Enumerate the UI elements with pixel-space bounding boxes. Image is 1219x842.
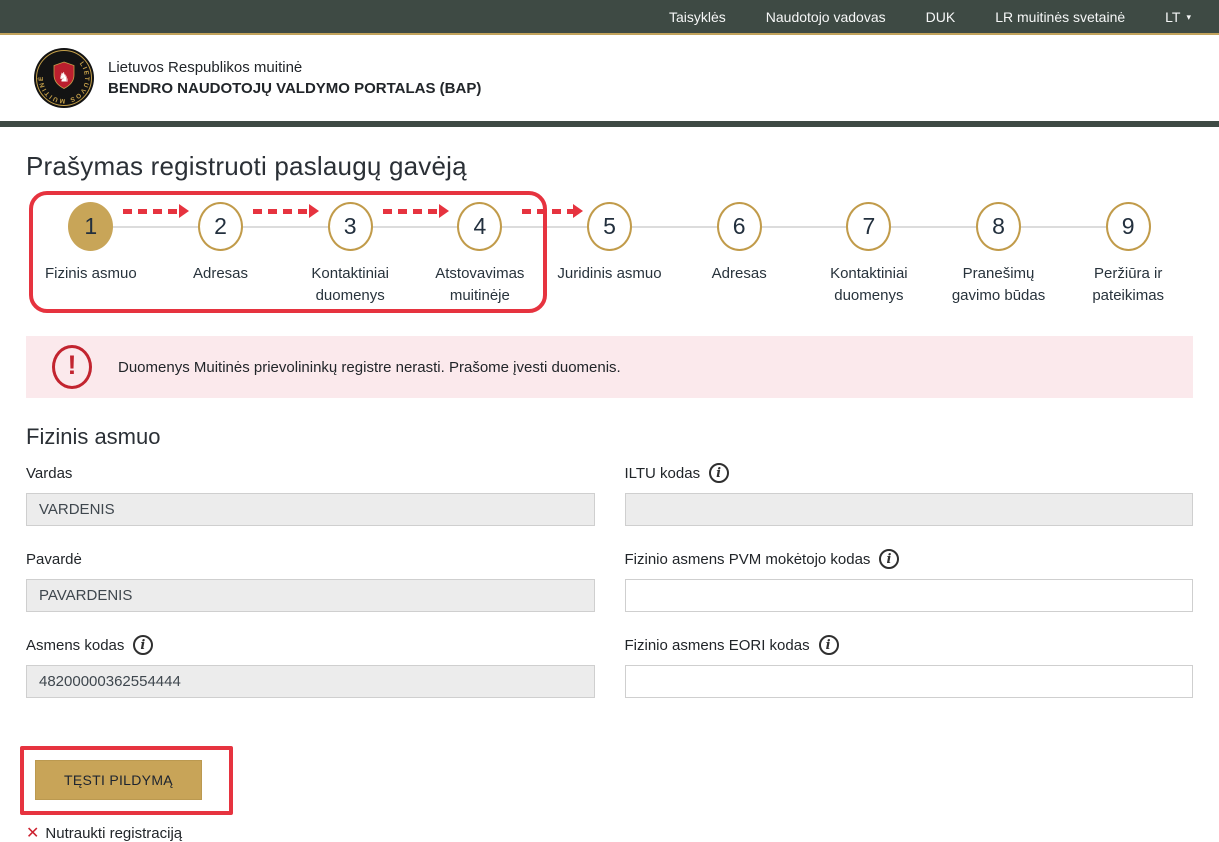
- info-icon[interactable]: i: [879, 549, 899, 569]
- step-3-kontaktiniai-duomenys[interactable]: 3 Kontaktiniai duomenys: [285, 202, 415, 314]
- annotation-arrow-2-3: [253, 209, 310, 214]
- customs-logo: LIETUVOS MUITINĖ ♞: [34, 48, 94, 108]
- portal-header: LIETUVOS MUITINĖ ♞ Lietuvos Respublikos …: [0, 35, 1219, 121]
- step-6-label: Adresas: [679, 263, 799, 285]
- step-3-circle: 3: [328, 202, 373, 251]
- step-4-circle: 4: [457, 202, 502, 251]
- exclamation-circle-icon: !: [52, 345, 92, 389]
- nav-item-naudotojo-vadovas[interactable]: Naudotojo vadovas: [766, 9, 886, 25]
- step-8-circle: 8: [976, 202, 1021, 251]
- annotation-box-continue-button: TĘSTI PILDYMĄ: [20, 746, 233, 815]
- header-titles: Lietuvos Respublikos muitinė BENDRO NAUD…: [108, 59, 481, 97]
- vardas-label: Vardas: [26, 462, 595, 484]
- step-2-adresas[interactable]: 2 Adresas: [156, 202, 286, 314]
- nav-item-taisykles[interactable]: Taisyklės: [669, 9, 726, 25]
- warning-alert: ! Duomenys Muitinės prievolininkų regist…: [26, 336, 1193, 398]
- field-iltu-kodas: ILTU kodas i: [625, 462, 1194, 526]
- step-9-perziura-ir-pateikimas[interactable]: 9 Peržiūra ir pateikimas: [1063, 202, 1193, 314]
- nav-item-lr-muitines-svetaine[interactable]: LR muitinės svetainė: [995, 9, 1125, 25]
- step-1-circle: 1: [68, 202, 113, 251]
- field-pvm-kodas: Fizinio asmens PVM mokėtojo kodas i: [625, 548, 1194, 612]
- step-6-circle: 6: [717, 202, 762, 251]
- continue-button[interactable]: TĘSTI PILDYMĄ: [35, 760, 202, 800]
- field-eori-kodas: Fizinio asmens EORI kodas i: [625, 634, 1194, 698]
- info-icon[interactable]: i: [709, 463, 729, 483]
- person-form: Vardas Pavardė Asmens kodas i ILTU kodas: [26, 462, 1193, 720]
- iltu-kodas-input: [625, 493, 1194, 526]
- form-left-column: Vardas Pavardė Asmens kodas i: [26, 462, 595, 720]
- organization-name: Lietuvos Respublikos muitinė: [108, 59, 481, 76]
- asmens-kodas-label: Asmens kodas i: [26, 634, 595, 656]
- step-2-label: Adresas: [161, 263, 281, 285]
- eori-kodas-input[interactable]: [625, 665, 1194, 698]
- alert-message: Duomenys Muitinės prievolininkų registre…: [118, 359, 621, 376]
- iltu-kodas-label: ILTU kodas i: [625, 462, 1194, 484]
- page-title: Prašymas registruoti paslaugų gavėją: [26, 151, 1193, 182]
- language-dropdown[interactable]: LT ▾: [1165, 9, 1191, 25]
- logo-knight-icon: ♞: [58, 70, 70, 85]
- pavarde-input: [26, 579, 595, 612]
- annotation-arrow-1-2: [123, 209, 180, 214]
- field-asmens-kodas: Asmens kodas i: [26, 634, 595, 698]
- field-pavarde: Pavardė: [26, 548, 595, 612]
- annotation-arrow-3-4: [383, 209, 440, 214]
- step-6-adresas[interactable]: 6 Adresas: [674, 202, 804, 314]
- step-1-label: Fizinis asmuo: [31, 263, 151, 285]
- vardas-input: [26, 493, 595, 526]
- step-5-juridinis-asmuo[interactable]: 5 Juridinis asmuo: [545, 202, 675, 314]
- portal-name: BENDRO NAUDOTOJŲ VALDYMO PORTALAS (BAP): [108, 80, 481, 97]
- main-content: Prašymas registruoti paslaugų gavėją 1 F…: [0, 151, 1219, 842]
- chevron-down-icon: ▾: [1186, 12, 1191, 23]
- step-7-label: Kontaktiniai duomenys: [809, 263, 929, 307]
- field-vardas: Vardas: [26, 462, 595, 526]
- step-9-label: Peržiūra ir pateikimas: [1068, 263, 1188, 307]
- step-8-pranesimu-gavimo-budas[interactable]: 8 Pranešimų gavimo būdas: [934, 202, 1064, 314]
- step-5-label: Juridinis asmuo: [550, 263, 670, 285]
- section-title-fizinis-asmuo: Fizinis asmuo: [26, 424, 1193, 450]
- step-4-atstovavimas-muitineje[interactable]: 4 Atstovavimas muitinėje: [415, 202, 545, 314]
- pvm-kodas-input[interactable]: [625, 579, 1194, 612]
- eori-kodas-label: Fizinio asmens EORI kodas i: [625, 634, 1194, 656]
- wizard-stepper: 1 Fizinis asmuo 2 Adresas 3 Kontaktiniai…: [26, 202, 1193, 314]
- info-icon[interactable]: i: [819, 635, 839, 655]
- form-right-column: ILTU kodas i Fizinio asmens PVM mokėtojo…: [625, 462, 1194, 720]
- header-divider: [0, 121, 1219, 127]
- nav-item-duk[interactable]: DUK: [926, 9, 956, 25]
- step-9-circle: 9: [1106, 202, 1151, 251]
- customs-logo-emblem: LIETUVOS MUITINĖ ♞: [34, 48, 94, 108]
- step-7-circle: 7: [846, 202, 891, 251]
- pavarde-label: Pavardė: [26, 548, 595, 570]
- asmens-kodas-input: [26, 665, 595, 698]
- info-icon[interactable]: i: [133, 635, 153, 655]
- step-7-kontaktiniai-duomenys[interactable]: 7 Kontaktiniai duomenys: [804, 202, 934, 314]
- cancel-registration-link[interactable]: ✕ Nutraukti registraciją: [26, 825, 182, 842]
- top-navbar: Taisyklės Naudotojo vadovas DUK LR muiti…: [0, 0, 1219, 35]
- pvm-kodas-label: Fizinio asmens PVM mokėtojo kodas i: [625, 548, 1194, 570]
- step-3-label: Kontaktiniai duomenys: [290, 263, 410, 307]
- x-icon: ✕: [26, 826, 39, 842]
- step-2-circle: 2: [198, 202, 243, 251]
- cancel-registration-label: Nutraukti registraciją: [45, 825, 182, 842]
- annotation-arrow-4-5: [522, 209, 574, 214]
- step-8-label: Pranešimų gavimo būdas: [939, 263, 1059, 307]
- step-4-label: Atstovavimas muitinėje: [420, 263, 540, 307]
- step-1-fizinis-asmuo[interactable]: 1 Fizinis asmuo: [26, 202, 156, 314]
- step-5-circle: 5: [587, 202, 632, 251]
